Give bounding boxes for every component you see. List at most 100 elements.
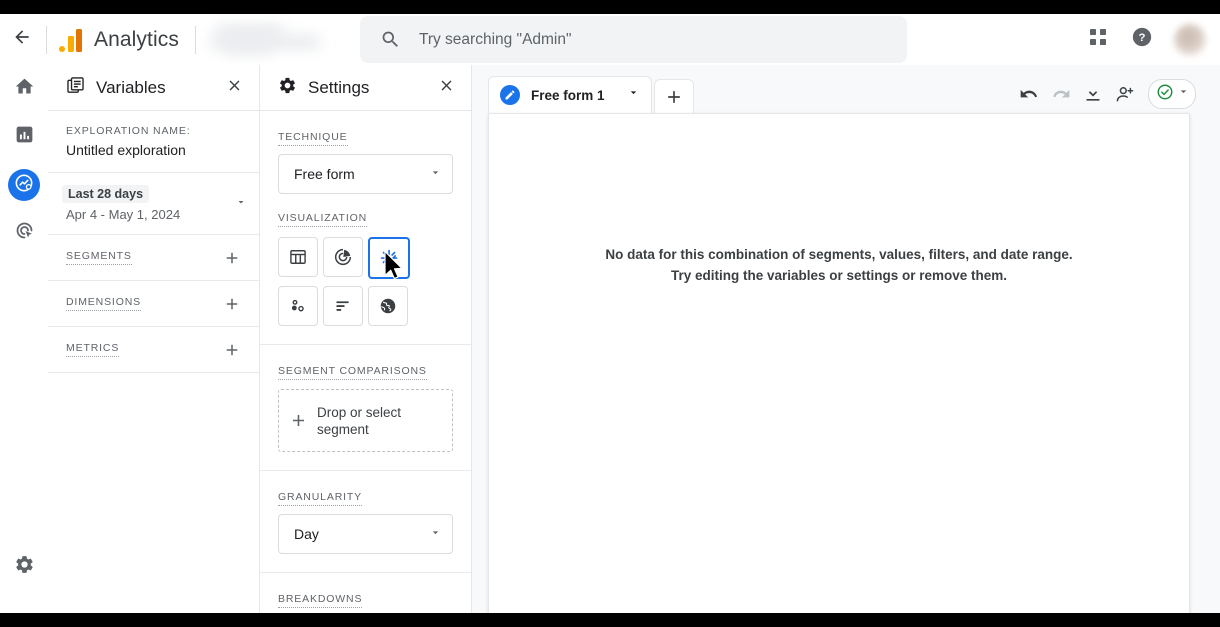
viz-option-geo-map[interactable] [368, 286, 408, 326]
scatter-plot-icon [288, 296, 308, 316]
sidebar-item-admin[interactable] [0, 543, 48, 591]
back-button[interactable] [2, 20, 42, 60]
exploration-name-value[interactable]: Untitled exploration [66, 142, 241, 158]
empty-state-line-2: Try editing the variables or settings or… [489, 265, 1189, 286]
breakdowns-label[interactable]: BREAKDOWNS [278, 593, 362, 608]
empty-state-message: No data for this combination of segments… [489, 244, 1189, 286]
exploration-name-label: EXPLORATION NAME: [66, 125, 241, 137]
chevron-down-icon [1177, 85, 1190, 103]
top-header: Analytics [0, 14, 1220, 66]
arrow-left-icon [12, 27, 32, 52]
search-bar[interactable] [360, 16, 907, 63]
segment-dropzone-label: Drop or select segment [317, 404, 422, 438]
date-range-value: Apr 4 - May 1, 2024 [66, 207, 180, 222]
help-circle-icon: ? [1131, 26, 1153, 53]
sidebar-item-advertising[interactable] [0, 209, 48, 257]
variables-panel: Variables EXPLORATION NAME: Untitled exp… [48, 65, 260, 613]
property-name-redacted[interactable] [210, 24, 330, 56]
avatar[interactable] [1174, 24, 1206, 56]
check-circle-icon [1156, 83, 1174, 106]
undo-icon [1019, 84, 1039, 104]
bar-chart-icon [14, 124, 35, 150]
chevron-down-icon [235, 195, 247, 213]
header-divider-left [46, 26, 47, 54]
viz-option-donut-chart[interactable] [323, 237, 363, 277]
viz-option-free-form-table[interactable] [278, 237, 318, 277]
plus-icon [223, 295, 241, 313]
date-range-selector[interactable]: Last 28 days Apr 4 - May 1, 2024 [48, 173, 259, 235]
variables-close-button[interactable] [221, 75, 247, 101]
granularity-section: GRANULARITY Day [260, 471, 471, 573]
add-metric-button[interactable] [219, 337, 245, 363]
variables-panel-header: Variables [48, 65, 259, 111]
tab-label: Free form 1 [531, 88, 605, 103]
svg-text:?: ? [1139, 32, 1146, 44]
header-actions: ? [1078, 14, 1206, 65]
settings-panel: Settings TECHNIQUE Free form VISUALI [260, 65, 472, 613]
home-icon [14, 76, 35, 102]
variables-section-segments: SEGMENTS [48, 235, 259, 281]
segments-label[interactable]: SEGMENTS [66, 250, 132, 265]
technique-visualization-section: TECHNIQUE Free form VISUALIZATION [260, 111, 471, 345]
plus-icon [664, 87, 684, 107]
plus-icon [223, 341, 241, 359]
segment-comparisons-section: SEGMENT COMPARISONS Drop or select segme… [260, 345, 471, 471]
person-add-icon [1115, 84, 1136, 105]
granularity-value: Day [294, 526, 319, 542]
layers-icon [66, 76, 85, 100]
visualization-label[interactable]: VISUALIZATION [278, 212, 367, 227]
donut-chart-icon [333, 247, 353, 267]
table-icon [288, 247, 308, 267]
empty-state-line-1: No data for this combination of segments… [489, 244, 1189, 265]
chevron-down-icon [429, 526, 442, 542]
brand-title: Analytics [94, 28, 179, 52]
close-icon [226, 77, 243, 99]
chevron-down-icon[interactable] [627, 86, 640, 104]
settings-close-button[interactable] [433, 75, 459, 101]
analytics-logo-icon [59, 28, 82, 52]
explore-selected-indicator [8, 169, 40, 201]
advertising-target-icon [14, 220, 35, 246]
chevron-down-icon [429, 166, 442, 182]
add-tab-button[interactable] [654, 79, 694, 113]
add-segment-button[interactable] [219, 245, 245, 271]
metrics-label[interactable]: METRICS [66, 342, 119, 357]
sidebar-item-explore[interactable] [0, 161, 48, 209]
segment-dropzone[interactable]: Drop or select segment [278, 389, 453, 452]
share-button[interactable] [1110, 79, 1140, 109]
download-icon [1083, 84, 1103, 104]
breakdowns-section: BREAKDOWNS Drop or select dimension [260, 573, 471, 613]
left-nav-rail [0, 65, 49, 613]
technique-select[interactable]: Free form [278, 154, 453, 194]
visualization-options [278, 237, 453, 326]
sidebar-item-reports[interactable] [0, 113, 48, 161]
canvas-toolbar [1014, 79, 1196, 109]
dimensions-label[interactable]: DIMENSIONS [66, 296, 141, 311]
tab-free-form-1[interactable]: Free form 1 [488, 76, 652, 113]
header-divider-property [195, 26, 196, 54]
horizontal-bar-icon [333, 296, 353, 316]
granularity-select[interactable]: Day [278, 514, 453, 554]
explore-icon [14, 173, 34, 198]
redo-button[interactable] [1046, 79, 1076, 109]
globe-icon [378, 296, 398, 316]
search-input[interactable] [419, 31, 859, 49]
gear-icon [14, 554, 35, 580]
viz-option-line-chart[interactable] [368, 237, 410, 279]
segment-comparisons-label[interactable]: SEGMENT COMPARISONS [278, 365, 427, 380]
granularity-label[interactable]: GRANULARITY [278, 491, 362, 506]
viz-option-scatter-plot[interactable] [278, 286, 318, 326]
apps-grid-button[interactable] [1078, 20, 1118, 60]
undo-button[interactable] [1014, 79, 1044, 109]
exploration-name-section[interactable]: EXPLORATION NAME: Untitled exploration [48, 111, 259, 173]
sidebar-item-home[interactable] [0, 65, 48, 113]
line-chart-icon [379, 248, 400, 269]
add-dimension-button[interactable] [219, 291, 245, 317]
technique-label[interactable]: TECHNIQUE [278, 131, 348, 146]
download-button[interactable] [1078, 79, 1108, 109]
save-status-button[interactable] [1148, 79, 1196, 109]
viz-option-bar-chart[interactable] [323, 286, 363, 326]
help-button[interactable]: ? [1122, 20, 1162, 60]
exploration-canvas: Free form 1 [472, 65, 1220, 613]
date-range-chip: Last 28 days [62, 185, 149, 203]
